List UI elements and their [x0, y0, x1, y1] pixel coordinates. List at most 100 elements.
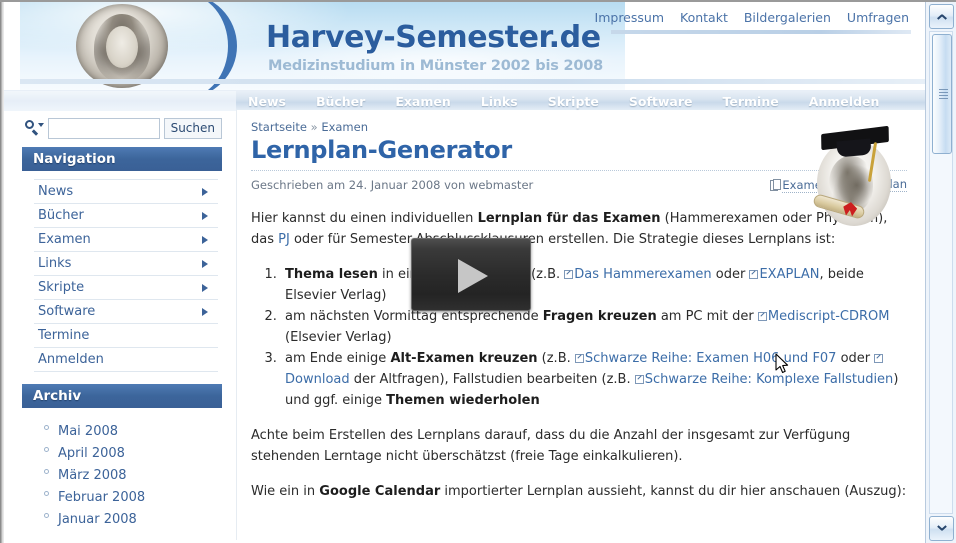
- link-schwarze-reihe-fallstudien[interactable]: Schwarze Reihe: Komplexe Fallstudien: [645, 372, 894, 387]
- external-link-icon: [574, 353, 584, 363]
- breadcrumb-current[interactable]: Examen: [321, 120, 368, 134]
- vertical-scrollbar[interactable]: [925, 2, 956, 543]
- scrollbar-track[interactable]: [929, 31, 953, 514]
- nav-item-skripte[interactable]: Skripte: [548, 94, 599, 109]
- link-download[interactable]: Download: [285, 372, 350, 387]
- step3-text-4: der Altfragen), Fallstudien bearbeiten (…: [349, 372, 635, 387]
- sidebar-archive-header: Archiv: [22, 384, 222, 408]
- site-title: Harvey-Semester.de: [266, 20, 601, 55]
- video-play-overlay[interactable]: [411, 238, 531, 311]
- window-top-border: [0, 0, 956, 2]
- sidebar-item-software[interactable]: Software: [34, 299, 218, 323]
- chevron-right-icon: [202, 187, 208, 196]
- sidebar-item-termine[interactable]: Termine: [34, 323, 218, 347]
- page-columns: Suchen Navigation News Bücher Examen Lin…: [4, 110, 925, 540]
- link-das-hammerexamen[interactable]: Das Hammerexamen: [574, 267, 711, 282]
- chevron-down-icon: [937, 526, 946, 531]
- graduate-portrait-image: [807, 122, 903, 232]
- site-banner: Harvey-Semester.de Medizinstudium in Mün…: [4, 2, 925, 90]
- scrollbar-thumb[interactable]: [932, 34, 952, 154]
- navbar-left-spacer: [4, 91, 236, 111]
- external-link-icon: [564, 269, 574, 279]
- list-item[interactable]: Januar 2008: [44, 506, 222, 528]
- nav-item-links[interactable]: Links: [481, 94, 518, 109]
- step2-text-2: am PC mit der: [656, 309, 758, 324]
- link-pj[interactable]: PJ: [278, 232, 290, 247]
- link-schwarze-reihe-examen[interactable]: Schwarze Reihe: Examen H06 und F07: [585, 351, 837, 366]
- list-item[interactable]: März 2008: [44, 462, 222, 484]
- sidebar-item-label[interactable]: Bücher: [34, 204, 218, 227]
- top-link-kontakt[interactable]: Kontakt: [680, 10, 728, 25]
- sidebar-navigation-header: Navigation: [22, 147, 222, 171]
- breadcrumb-home[interactable]: Startseite: [251, 120, 307, 134]
- sidebar-item-label[interactable]: Software: [34, 300, 218, 323]
- search-submit-button[interactable]: Suchen: [163, 117, 222, 139]
- top-utility-links: Impressum Kontakt Bildergalerien Umfrage…: [595, 10, 909, 25]
- william-harvey-portrait: [76, 4, 168, 88]
- sidebar-item-label[interactable]: Links: [34, 252, 218, 275]
- sidebar-item-anmelden[interactable]: Anmelden: [34, 347, 218, 372]
- bullet-icon: [44, 513, 49, 518]
- archive-link[interactable]: Februar 2008: [58, 490, 145, 505]
- archive-link[interactable]: April 2008: [58, 446, 125, 461]
- step3-text-1: am Ende einige: [285, 351, 391, 366]
- sidebar-item-label[interactable]: Skripte: [34, 276, 218, 299]
- archive-link[interactable]: Mai 2008: [58, 424, 118, 439]
- chevron-right-icon: [202, 307, 208, 316]
- list-item[interactable]: Februar 2008: [44, 484, 222, 506]
- link-mediscript-cdrom[interactable]: Mediscript-CDROM: [768, 309, 890, 324]
- sidebar-item-label[interactable]: News: [34, 180, 218, 203]
- external-link-icon: [757, 311, 767, 321]
- sidebar-item-label[interactable]: Anmelden: [34, 348, 218, 371]
- step3-text-2: (z.B.: [537, 351, 575, 366]
- top-link-impressum[interactable]: Impressum: [595, 10, 664, 25]
- banner-underline: [20, 79, 925, 84]
- play-icon[interactable]: [458, 259, 488, 293]
- intro-bold-1: Lernplan für das Examen: [477, 211, 661, 226]
- nav-item-software[interactable]: Software: [629, 94, 693, 109]
- nav-item-news[interactable]: News: [248, 94, 286, 109]
- bullet-icon: [44, 469, 49, 474]
- step3-bold-2: Themen wiederholen: [386, 393, 540, 408]
- nav-item-examen[interactable]: Examen: [395, 94, 450, 109]
- scroll-down-button[interactable]: [929, 516, 954, 541]
- scroll-up-button[interactable]: [929, 4, 954, 29]
- list-item[interactable]: April 2008: [44, 440, 222, 462]
- step3-bold-1: Alt-Examen kreuzen: [390, 351, 538, 366]
- sidebar-archive-body: Mai 2008 April 2008 März 2008 Februar 20…: [22, 408, 222, 538]
- top-link-umfragen[interactable]: Umfragen: [847, 10, 909, 25]
- sidebar-item-label[interactable]: Examen: [34, 228, 218, 251]
- list-item[interactable]: Mai 2008: [44, 418, 222, 440]
- step1-text-2: oder: [711, 267, 750, 282]
- external-link-icon: [874, 353, 884, 363]
- sidebar-item-links[interactable]: Links: [34, 251, 218, 275]
- bullet-icon: [44, 447, 49, 452]
- navbar-items: News Bücher Examen Links Skripte Softwar…: [248, 91, 879, 111]
- search-icon[interactable]: [22, 118, 44, 138]
- calendar-text-2: importierter Lernplan aussieht, kannst d…: [440, 484, 907, 499]
- chevron-up-icon: [937, 14, 946, 19]
- sidebar-navigation-body: News Bücher Examen Links Skripte Softwar…: [22, 171, 222, 382]
- banner-left-margin: [4, 2, 20, 90]
- page-document: Harvey-Semester.de Medizinstudium in Mün…: [4, 2, 925, 543]
- nav-item-anmelden[interactable]: Anmelden: [809, 94, 880, 109]
- sidebar-item-news[interactable]: News: [34, 179, 218, 203]
- sidebar-item-label[interactable]: Termine: [34, 324, 218, 347]
- link-exaplan[interactable]: EXAPLAN: [759, 267, 819, 282]
- list-item: am nächsten Vormittag entsprechende Frag…: [281, 306, 907, 348]
- note-paragraph: Achte beim Erstellen des Lernplans darau…: [251, 428, 851, 464]
- grip-icon: [939, 89, 948, 99]
- article-body: Hier kannst du einen individuellen Lernp…: [251, 208, 907, 502]
- top-link-bildergalerien[interactable]: Bildergalerien: [744, 10, 831, 25]
- sidebar-item-examen[interactable]: Examen: [34, 227, 218, 251]
- bullet-icon: [44, 491, 49, 496]
- sidebar-item-buecher[interactable]: Bücher: [34, 203, 218, 227]
- chevron-right-icon: [202, 283, 208, 292]
- sidebar-item-skripte[interactable]: Skripte: [34, 275, 218, 299]
- tag-icon: [770, 178, 781, 191]
- nav-item-termine[interactable]: Termine: [723, 94, 779, 109]
- archive-link[interactable]: Januar 2008: [58, 512, 137, 527]
- archive-link[interactable]: März 2008: [58, 468, 127, 483]
- nav-item-buecher[interactable]: Bücher: [316, 94, 365, 109]
- search-input[interactable]: [48, 117, 160, 139]
